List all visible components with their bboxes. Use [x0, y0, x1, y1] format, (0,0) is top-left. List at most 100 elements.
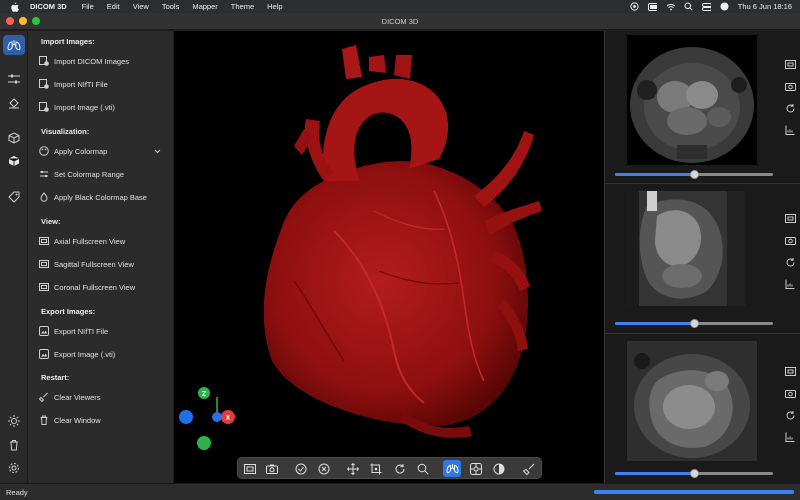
panel-divider: [605, 183, 800, 184]
axial-slider-knob[interactable]: [690, 170, 699, 179]
coronal-slice-slider[interactable]: [615, 469, 773, 478]
export-image-icon: [39, 349, 49, 359]
apply-black-colormap-button[interactable]: Apply Black Colormap Base: [39, 189, 167, 205]
menu-file[interactable]: File: [82, 2, 94, 11]
record-icon[interactable]: [630, 2, 639, 11]
window-title: DICOM 3D: [381, 17, 419, 26]
import-nifti-label: Import NIfTI File: [54, 79, 108, 89]
rail-cube-filled-button[interactable]: [3, 151, 25, 171]
export-nifti-button[interactable]: Export NIfTI File: [39, 323, 167, 339]
progress-bar: [594, 490, 794, 494]
coronal-fullscreen-button[interactable]: Coronal Fullscreen View: [39, 279, 167, 295]
rail-trash-button[interactable]: [3, 435, 25, 455]
toolbar-film-button[interactable]: [467, 460, 485, 477]
sagittal-slice-slider[interactable]: [615, 319, 773, 328]
coronal-slider-fill: [615, 472, 694, 475]
sagittal-rotate-icon[interactable]: [782, 255, 798, 269]
toolbar-broom-button[interactable]: [520, 460, 538, 477]
menu-bar: DICOM 3D File Edit View Tools Mapper The…: [0, 0, 800, 13]
import-file-icon: [39, 102, 49, 112]
sagittal-slice-viewer[interactable]: [627, 191, 745, 306]
menu-edit[interactable]: Edit: [107, 2, 120, 11]
export-vti-label: Export Image (.vti): [54, 349, 116, 359]
import-vti-label: Import Image (.vti): [54, 102, 115, 112]
axial-slice-viewer[interactable]: [627, 35, 757, 165]
apply-colormap-button[interactable]: Apply Colormap: [39, 143, 167, 159]
menu-view[interactable]: View: [133, 2, 149, 11]
export-vti-button[interactable]: Export Image (.vti): [39, 346, 167, 362]
toolbar-cancel-button[interactable]: [315, 460, 333, 477]
menu-theme[interactable]: Theme: [231, 2, 254, 11]
menu-mapper[interactable]: Mapper: [192, 2, 217, 11]
clear-window-button[interactable]: Clear Window: [39, 412, 167, 428]
axial-camera-icon[interactable]: [782, 79, 798, 93]
rail-cube-button[interactable]: [3, 128, 25, 148]
coronal-ruler-icon[interactable]: [782, 430, 798, 444]
section-import-title: Import Images:: [41, 37, 95, 46]
coronal-slice-viewer[interactable]: [627, 341, 757, 461]
axial-rotate-icon[interactable]: [782, 101, 798, 115]
axial-fullscreen-icon[interactable]: [782, 57, 798, 71]
progress-bar-fill: [594, 490, 794, 494]
axis-z-label: Z: [202, 391, 207, 398]
sagittal-slider-knob[interactable]: [690, 319, 699, 328]
toolbar-move-button[interactable]: [344, 460, 362, 477]
axial-slider-fill: [615, 173, 694, 176]
viewer-toolbar: [237, 457, 542, 479]
apple-icon[interactable]: [10, 1, 20, 12]
wifi-icon[interactable]: [666, 3, 675, 11]
import-nifti-button[interactable]: Import NIfTI File: [39, 76, 167, 92]
trash-icon: [39, 415, 49, 425]
rail-brightness-button[interactable]: [3, 411, 25, 431]
export-nifti-label: Export NIfTI File: [54, 326, 109, 336]
menu-app-name[interactable]: DICOM 3D: [30, 2, 67, 11]
toolbar-fullscreen-button[interactable]: [241, 460, 259, 477]
panel-divider: [605, 333, 800, 334]
axial-fullscreen-button[interactable]: Axial Fullscreen View: [39, 233, 167, 249]
import-file-icon: [39, 79, 49, 89]
axial-ruler-icon[interactable]: [782, 123, 798, 137]
search-icon[interactable]: [684, 2, 693, 11]
coronal-fullscreen-icon[interactable]: [782, 364, 798, 378]
toolbar-check-button[interactable]: [292, 460, 310, 477]
coronal-slider-knob[interactable]: [690, 469, 699, 478]
rail-settings-button[interactable]: [3, 458, 25, 478]
volume-render-viewer[interactable]: Z X: [174, 31, 604, 483]
battery-icon[interactable]: [647, 2, 657, 11]
sagittal-fullscreen-icon[interactable]: [782, 211, 798, 225]
coronal-rotate-icon[interactable]: [782, 408, 798, 422]
clear-viewers-button[interactable]: Clear Viewers: [39, 389, 167, 405]
toolbar-zoom-button[interactable]: [414, 460, 432, 477]
sidebar: Import Images: Import DICOM Images Impor…: [28, 31, 174, 483]
rail-sliders-button[interactable]: [3, 69, 25, 89]
import-dicom-label: Import DICOM Images: [54, 56, 130, 66]
status-text: Ready: [6, 488, 28, 497]
chevron-down-icon[interactable]: [154, 147, 161, 156]
orientation-axes-widget: Z X: [179, 387, 235, 450]
set-colormap-range-button[interactable]: Set Colormap Range: [39, 166, 167, 182]
set-colormap-range-label: Set Colormap Range: [54, 169, 125, 179]
sagittal-ruler-icon[interactable]: [782, 277, 798, 291]
rail-lungs-button[interactable]: [3, 35, 25, 55]
import-dicom-button[interactable]: Import DICOM Images: [39, 53, 167, 69]
slice-viewers-panel: [604, 31, 800, 483]
section-restart-title: Restart:: [41, 373, 70, 382]
fullscreen-icon: [39, 282, 49, 292]
import-vti-button[interactable]: Import Image (.vti): [39, 99, 167, 115]
rail-paint-bucket-button[interactable]: [3, 93, 25, 113]
toolbar-volume-button[interactable]: [443, 460, 461, 477]
user-icon[interactable]: [720, 2, 729, 11]
coronal-camera-icon[interactable]: [782, 386, 798, 400]
menu-tools[interactable]: Tools: [162, 2, 180, 11]
control-center-icon[interactable]: [701, 2, 711, 11]
axial-slice-slider[interactable]: [615, 170, 773, 179]
sagittal-fullscreen-button[interactable]: Sagittal Fullscreen View: [39, 256, 167, 272]
menu-help[interactable]: Help: [267, 2, 282, 11]
toolbar-rotate-button[interactable]: [391, 460, 409, 477]
sagittal-camera-icon[interactable]: [782, 233, 798, 247]
toolbar-camera-button[interactable]: [263, 460, 281, 477]
rail-tag-button[interactable]: [3, 187, 25, 207]
toolbar-crop-button[interactable]: [367, 460, 385, 477]
clear-window-label: Clear Window: [54, 415, 101, 425]
toolbar-contrast-button[interactable]: [490, 460, 508, 477]
